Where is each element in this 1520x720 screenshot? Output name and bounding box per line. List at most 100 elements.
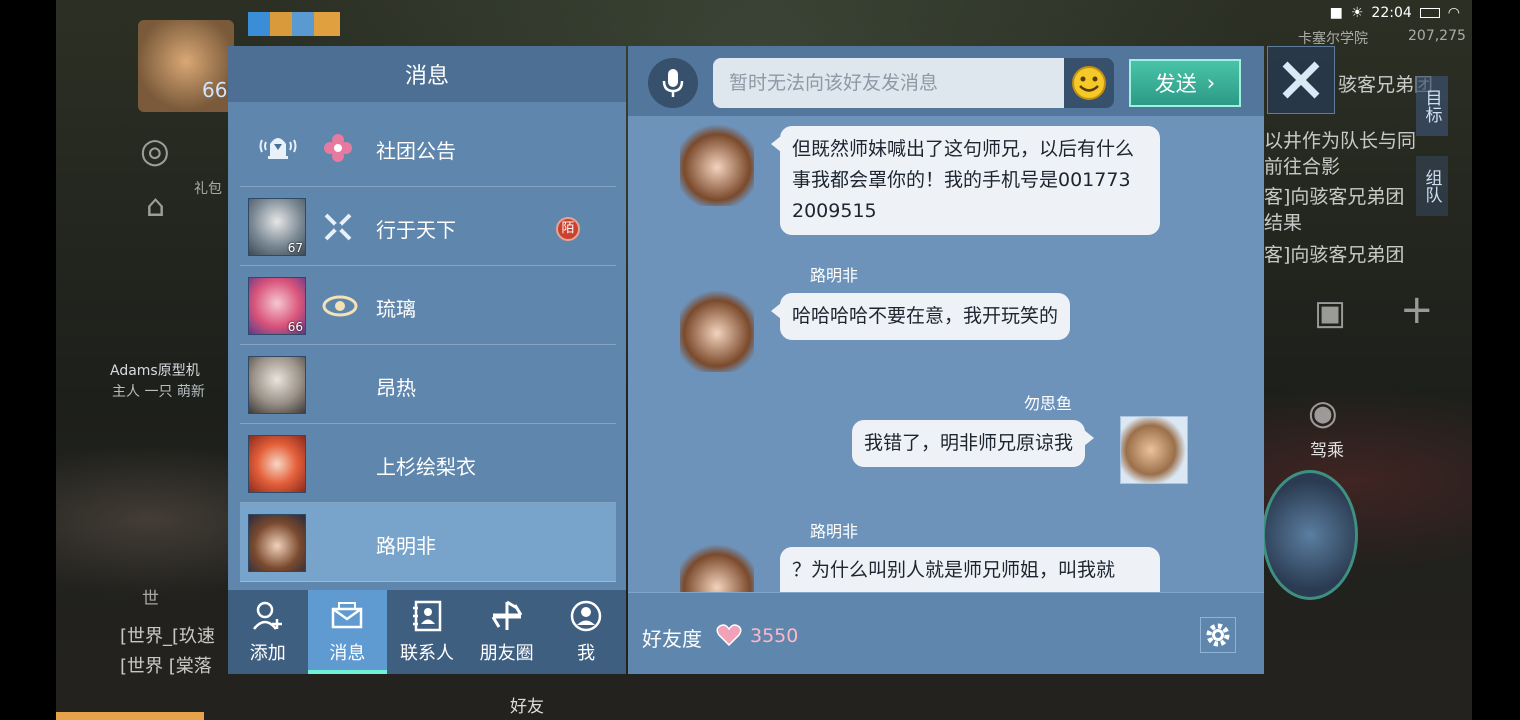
- conversation-item[interactable]: 66 琉璃: [240, 266, 616, 345]
- tab-moments[interactable]: 朋友圈: [467, 590, 547, 674]
- messages-title: 消息: [404, 64, 449, 89]
- right-edge: [1472, 0, 1520, 720]
- chat-avatar: [680, 120, 754, 206]
- chat-avatar: [680, 286, 754, 372]
- steering-wheel-icon[interactable]: ◉: [1308, 396, 1338, 430]
- quest-line: 前往合影: [1264, 156, 1341, 178]
- chevron-right-icon: ›: [1206, 71, 1216, 95]
- tab-contacts[interactable]: 联系人: [387, 590, 467, 674]
- message-input[interactable]: [713, 58, 1065, 108]
- conversation-name: 上杉绘梨衣: [376, 455, 476, 479]
- target-tab[interactable]: 目标: [1416, 76, 1448, 136]
- smiley-icon: [1072, 66, 1106, 100]
- quest-line: 客]向骇客兄弟团: [1264, 186, 1405, 208]
- player-title: 主人 一只 萌新: [112, 384, 205, 400]
- toolbox-icon[interactable]: ▣: [1314, 296, 1346, 330]
- world-chat-line: [世界_[玖速: [120, 626, 216, 647]
- target-lock-icon[interactable]: ◎: [140, 134, 170, 168]
- add-friend-icon: [252, 601, 282, 630]
- crossed-swords-icon: [322, 211, 354, 243]
- close-icon: [1282, 61, 1320, 99]
- camera-icon: ■: [1329, 5, 1343, 21]
- friendship-bar: 好友度 3550: [628, 592, 1264, 674]
- conversation-item-selected[interactable]: 路明非: [240, 503, 616, 582]
- tab-label: 添加: [249, 643, 286, 664]
- chat-bubble: ？为什么叫别人就是师兄师姐，叫我就: [780, 547, 1160, 592]
- tab-messages[interactable]: 消息: [307, 590, 388, 674]
- send-label: 发送: [1154, 72, 1197, 96]
- sender-name: 路明非: [810, 266, 859, 285]
- conversation-item[interactable]: 昂热: [240, 345, 616, 424]
- avatar-level: 67: [287, 241, 303, 255]
- flower-icon: [322, 132, 354, 164]
- message-text: 我错了，明非师兄原谅我: [864, 432, 1074, 454]
- gear-icon: [1206, 623, 1230, 647]
- stranger-badge: 陌: [556, 217, 580, 241]
- chat-bubble: 我错了，明非师兄原谅我: [852, 420, 1095, 467]
- friends-label[interactable]: 好友: [510, 692, 544, 717]
- friendship-value: 3550: [750, 625, 799, 647]
- battery-icon: [1419, 8, 1440, 18]
- team-tab-label: 组队: [1421, 169, 1442, 203]
- conversation-item-club-notice[interactable]: 社团公告: [240, 108, 616, 187]
- voice-button[interactable]: [648, 58, 698, 108]
- sun-icon: ☀: [1350, 5, 1364, 21]
- conversation-item[interactable]: 上杉绘梨衣: [240, 424, 616, 503]
- player-name: Adams原型机: [110, 363, 200, 379]
- chat-panel: 发送 › 但既然师妹喊出了这句师兄，以后有什么事我都会罩你的！我的手机号是001…: [628, 46, 1264, 674]
- conversation-name: 社团公告: [376, 139, 456, 163]
- location-coords: 207,275: [1408, 28, 1466, 44]
- chat-messages: 但既然师妹喊出了这句师兄，以后有什么事我都会罩你的！我的手机号是001773 2…: [628, 116, 1264, 592]
- emoji-button[interactable]: [1064, 58, 1114, 108]
- messages-panel: 消息 社团公告 67 行于天下 陌 66 琉璃 昂热 上杉绘梨衣 路明非 添加 …: [228, 46, 626, 674]
- close-button[interactable]: [1267, 46, 1335, 114]
- target-tab-label: 目标: [1421, 89, 1442, 123]
- player-level: 66: [202, 78, 228, 102]
- me-icon: [570, 600, 602, 632]
- conversation-name: 昂热: [376, 376, 416, 400]
- world-chat-line: [世界 [棠落: [120, 656, 212, 677]
- avatar: [248, 356, 306, 414]
- chat-avatar-self: [1120, 416, 1188, 484]
- moments-icon: [491, 600, 522, 630]
- buff-icons: [248, 12, 340, 36]
- tab-add[interactable]: 添加: [228, 590, 308, 674]
- plus-icon[interactable]: +: [1400, 290, 1434, 330]
- location-name: 卡塞尔学院: [1298, 31, 1368, 47]
- avatar: 66: [248, 277, 306, 335]
- emote-strip: [56, 712, 204, 720]
- friendship-label: 好友度: [642, 627, 702, 651]
- status-bar: ■ ☀ 22:04 ◠: [1330, 5, 1460, 21]
- message-text: 但既然师妹喊出了这句师兄，以后有什么事我都会罩你的！我的手机号是001773 2…: [792, 138, 1135, 222]
- tab-label: 联系人: [399, 643, 454, 664]
- world-tab[interactable]: 世: [142, 584, 159, 609]
- chat-avatar: [680, 540, 754, 592]
- chat-input-bar: 发送 ›: [628, 46, 1264, 116]
- skill-joystick[interactable]: [1262, 470, 1358, 600]
- wifi-icon: ◠: [1447, 5, 1460, 21]
- message-text: 哈哈哈哈不要在意，我开玩笑的: [792, 305, 1059, 327]
- eye-emblem-icon: [322, 290, 358, 322]
- tab-label: 我: [577, 643, 596, 664]
- avatar: [248, 435, 306, 493]
- contacts-icon: [412, 600, 442, 632]
- team-tab[interactable]: 组队: [1416, 156, 1448, 216]
- tab-label: 消息: [329, 643, 366, 664]
- sender-name: 勿思鱼: [1024, 394, 1073, 413]
- send-button[interactable]: 发送 ›: [1129, 59, 1241, 107]
- settings-button[interactable]: [1200, 617, 1236, 653]
- chat-bubble: 哈哈哈哈不要在意，我开玩笑的: [770, 293, 1071, 340]
- tab-me[interactable]: 我: [546, 590, 626, 674]
- gift-label: 礼包: [194, 181, 222, 197]
- status-time: 22:04: [1371, 5, 1412, 21]
- left-edge: [0, 0, 56, 720]
- quest-line: 以井作为队长与同: [1264, 130, 1417, 152]
- message-text: ？为什么叫别人就是师兄师姐，叫我就: [792, 559, 1116, 581]
- conversation-name: 琉璃: [376, 297, 416, 321]
- avatar: [248, 514, 306, 572]
- home-icon[interactable]: ⌂: [146, 192, 165, 222]
- conversation-item[interactable]: 67 行于天下 陌: [240, 187, 616, 266]
- mail-icon: [332, 602, 363, 629]
- quest-line: 结果: [1264, 212, 1303, 234]
- heart-icon: [716, 623, 742, 651]
